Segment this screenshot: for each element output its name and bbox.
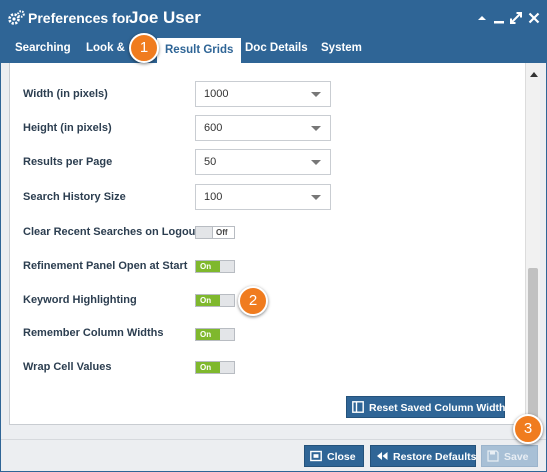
toggle-state: Off bbox=[212, 227, 234, 238]
chevron-down-icon bbox=[311, 126, 321, 131]
chevron-down-icon bbox=[311, 160, 321, 165]
reset-column-widths-label: Reset Saved Column Widths bbox=[369, 402, 512, 414]
tab-searching[interactable]: Searching bbox=[15, 35, 71, 63]
clear-recent-toggle[interactable]: Off bbox=[195, 226, 235, 239]
remember-widths-toggle[interactable]: On bbox=[195, 328, 235, 341]
height-label: Height (in pixels) bbox=[23, 122, 112, 134]
chevron-down-icon bbox=[311, 195, 321, 200]
user-name: Joe User bbox=[129, 8, 201, 27]
remember-widths-label: Remember Column Widths bbox=[23, 327, 164, 339]
search-history-select[interactable]: 100 bbox=[195, 184, 331, 210]
save-button-label: Save bbox=[504, 451, 529, 463]
columns-icon bbox=[352, 401, 364, 413]
restore-defaults-button[interactable]: Restore Defaults bbox=[370, 445, 476, 467]
expand-icon[interactable] bbox=[508, 10, 524, 26]
toggle-state: On bbox=[196, 329, 220, 340]
toggle-state: On bbox=[196, 295, 220, 306]
results-per-page-value: 50 bbox=[204, 156, 217, 168]
tab-result-grids[interactable]: Result Grids bbox=[156, 37, 243, 63]
callout-badge-1: 1 bbox=[129, 33, 159, 63]
dialog-title: Preferences for bbox=[28, 10, 131, 26]
width-label: Width (in pixels) bbox=[23, 88, 108, 100]
search-history-label: Search History Size bbox=[23, 191, 126, 203]
height-value: 600 bbox=[204, 122, 223, 134]
callout-badge-3: 3 bbox=[513, 414, 543, 444]
close-button[interactable]: Close bbox=[304, 445, 364, 467]
clear-recent-label: Clear Recent Searches on Logout bbox=[23, 226, 200, 238]
chevron-down-icon bbox=[311, 92, 321, 97]
results-per-page-label: Results per Page bbox=[23, 156, 113, 168]
result-grids-panel: Width (in pixels) 1000 Height (in pixels… bbox=[9, 63, 540, 425]
close-icon[interactable] bbox=[526, 10, 542, 26]
wrap-cells-label: Wrap Cell Values bbox=[23, 361, 112, 373]
close-box-icon bbox=[310, 450, 322, 462]
scrollbar-thumb[interactable] bbox=[528, 268, 538, 418]
height-select[interactable]: 600 bbox=[195, 115, 331, 141]
toggle-knob bbox=[220, 362, 234, 373]
minimize-icon[interactable] bbox=[474, 10, 490, 26]
restore-defaults-label: Restore Defaults bbox=[393, 451, 477, 463]
results-per-page-select[interactable]: 50 bbox=[195, 149, 331, 175]
toggle-state: On bbox=[196, 261, 220, 272]
keyword-highlighting-label: Keyword Highlighting bbox=[23, 294, 137, 306]
search-history-value: 100 bbox=[204, 191, 223, 203]
toggle-knob bbox=[196, 227, 212, 238]
preferences-dialog: Preferences for Joe User Searching Look … bbox=[0, 0, 547, 472]
gears-icon bbox=[8, 10, 25, 25]
title-bar[interactable]: Preferences for Joe User bbox=[1, 1, 546, 35]
width-value: 1000 bbox=[204, 88, 229, 100]
keyword-highlighting-toggle[interactable]: On bbox=[195, 294, 235, 307]
tab-doc-details[interactable]: Doc Details bbox=[245, 35, 308, 63]
tab-system[interactable]: System bbox=[321, 35, 362, 63]
wrap-cells-toggle[interactable]: On bbox=[195, 361, 235, 374]
footer-divider bbox=[1, 439, 546, 440]
fast-backward-icon bbox=[377, 452, 388, 460]
reset-column-widths-button[interactable]: Reset Saved Column Widths bbox=[346, 396, 511, 418]
floppy-disk-icon bbox=[487, 450, 499, 462]
tab-look-and-feel[interactable]: Look & bbox=[86, 35, 125, 63]
restore-icon[interactable] bbox=[491, 10, 507, 26]
save-button[interactable]: Save bbox=[481, 445, 538, 467]
panel-scrollbar[interactable] bbox=[525, 63, 540, 424]
width-select[interactable]: 1000 bbox=[195, 81, 331, 107]
tab-bar: Searching Look & Result Grids Doc Detail… bbox=[1, 35, 546, 63]
callout-badge-2: 2 bbox=[238, 286, 268, 316]
toggle-state: On bbox=[196, 362, 220, 373]
refinement-panel-toggle[interactable]: On bbox=[195, 260, 235, 273]
close-button-label: Close bbox=[327, 451, 356, 463]
toggle-knob bbox=[220, 261, 234, 272]
scroll-up-icon[interactable] bbox=[530, 72, 538, 77]
toggle-knob bbox=[220, 329, 234, 340]
refinement-panel-label: Refinement Panel Open at Start bbox=[23, 260, 188, 272]
toggle-knob bbox=[220, 295, 234, 306]
